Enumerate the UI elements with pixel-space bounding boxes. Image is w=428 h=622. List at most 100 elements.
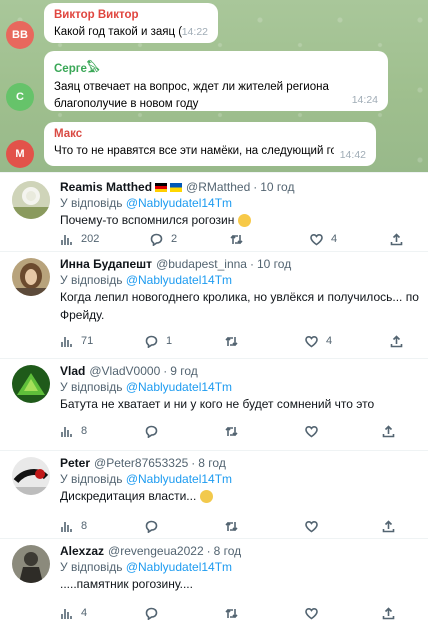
- reply-button[interactable]: [145, 607, 158, 620]
- reply-prefix: У відповідь: [60, 560, 123, 574]
- tweet[interactable]: Peter @Peter87653325 · 8 год У відповідь…: [0, 450, 428, 538]
- author-name[interactable]: Alexzaz: [60, 543, 104, 559]
- tweet[interactable]: Alexzaz @revengeua2022 · 8 год У відпові…: [0, 538, 428, 622]
- tweet-text-line-2: Фрейду.: [60, 308, 105, 322]
- like-button[interactable]: [305, 520, 318, 533]
- views-button[interactable]: 4: [60, 607, 87, 620]
- tweet-time[interactable]: 9 год: [170, 363, 198, 379]
- reply-context: У відповідь @Nablyudatel14Tm: [60, 471, 418, 487]
- reply-context: У відповідь @Nablyudatel14Tm: [60, 195, 418, 211]
- message-time: 14:42: [339, 149, 366, 161]
- tweet-body: Reamis Matthed @RMatthed · 10 год У відп…: [60, 179, 418, 229]
- like-button[interactable]: [305, 425, 318, 438]
- share-button[interactable]: [382, 424, 395, 438]
- tweet[interactable]: Reamis Matthed @RMatthed · 10 год У відп…: [0, 172, 428, 256]
- mention-link[interactable]: @Nablyudatel14Tm: [126, 196, 232, 210]
- reply-button[interactable]: [145, 425, 158, 438]
- author-handle[interactable]: @budapest_inna: [156, 256, 247, 272]
- avatar[interactable]: ВВ: [6, 21, 34, 49]
- retweet-icon: [225, 608, 238, 618]
- sender-name[interactable]: Серге⁠𓅃: [54, 57, 378, 76]
- tweet-header: Peter @Peter87653325 · 8 год: [60, 455, 418, 471]
- tweet-time[interactable]: 8 год: [198, 455, 226, 471]
- avatar[interactable]: [12, 181, 50, 219]
- separator-dot: ·: [191, 456, 196, 470]
- retweet-button[interactable]: [225, 607, 238, 620]
- reply-count: 1: [166, 335, 173, 347]
- avatar[interactable]: [12, 258, 50, 296]
- avatar[interactable]: С: [6, 83, 34, 111]
- share-button[interactable]: [390, 334, 403, 348]
- tweet-text-line-1: Когда лепил новогоднего кролика, но увлё…: [60, 290, 419, 304]
- reply-count: 2: [171, 233, 178, 245]
- message-text-line-1: Заяц отвечает на вопрос, ждет ли жителей…: [54, 81, 329, 93]
- chat-message[interactable]: С Серге⁠𓅃 Заяц отвечает на вопрос, ждет …: [6, 51, 388, 111]
- like-button[interactable]: [305, 607, 318, 620]
- author-handle[interactable]: @revengeua2022: [108, 543, 204, 559]
- views-count: 8: [81, 425, 88, 437]
- like-button[interactable]: 4: [310, 233, 337, 246]
- separator-dot: ·: [253, 180, 258, 194]
- mention-link[interactable]: @Nablyudatel14Tm: [126, 380, 232, 394]
- share-button[interactable]: [382, 519, 395, 533]
- views-button[interactable]: 8: [60, 425, 87, 438]
- message-text-line-2: благополучие в новом году: [54, 98, 199, 110]
- author-name[interactable]: Peter: [60, 455, 90, 471]
- author-name[interactable]: Инна Будапешт: [60, 256, 152, 272]
- like-button[interactable]: 4: [305, 335, 332, 348]
- retweet-button[interactable]: [225, 425, 238, 438]
- tweet[interactable]: Vlad @VladV0000 · 9 год У відповідь @Nab…: [0, 358, 428, 448]
- sender-name[interactable]: Виктор Виктор: [54, 9, 208, 21]
- author-handle[interactable]: @Peter87653325: [94, 455, 188, 471]
- tweet-text-content: Почему-то вспомнился рогозин: [60, 213, 235, 227]
- chat-message[interactable]: ВВ Виктор Виктор Какой год такой и заяц …: [6, 3, 218, 49]
- like-count: 4: [326, 335, 333, 347]
- tweet-time[interactable]: 10 год: [260, 179, 294, 195]
- retweet-button[interactable]: [230, 233, 251, 246]
- views-count: 4: [81, 607, 88, 619]
- tweet-actions: 71 1 4: [60, 333, 410, 349]
- speech-bubble-icon: [145, 520, 158, 533]
- sender-name[interactable]: Макс: [54, 128, 366, 140]
- heart-icon: [305, 425, 318, 437]
- share-button[interactable]: [390, 232, 403, 246]
- avatar[interactable]: [12, 457, 50, 495]
- reply-prefix: У відповідь: [60, 472, 123, 486]
- reply-button[interactable]: 1: [145, 335, 172, 348]
- heart-icon: [310, 233, 323, 245]
- views-button[interactable]: 71: [60, 335, 93, 348]
- tweet-time[interactable]: 8 год: [214, 543, 242, 559]
- avatar[interactable]: М: [6, 140, 34, 168]
- thinking-face-icon: [199, 490, 213, 504]
- author-name[interactable]: Reamis Matthed: [60, 179, 152, 195]
- retweet-icon: [225, 426, 238, 436]
- separator-dot: ·: [249, 257, 254, 271]
- share-button[interactable]: [382, 606, 395, 620]
- tweet-text: Батута не хватает и ни у кого не будет с…: [60, 397, 375, 411]
- mention-link[interactable]: @Nablyudatel14Tm: [126, 560, 232, 574]
- mention-link[interactable]: @Nablyudatel14Tm: [126, 273, 232, 287]
- retweet-button[interactable]: [225, 335, 246, 348]
- views-count: 202: [81, 233, 100, 245]
- mention-link[interactable]: @Nablyudatel14Tm: [126, 472, 232, 486]
- reply-button[interactable]: [145, 520, 158, 533]
- tweet-text: Почему-то вспомнился рогозин: [60, 212, 418, 229]
- speech-bubble-icon: [150, 233, 163, 246]
- tweet-actions: 202 2 4: [60, 231, 410, 247]
- reply-prefix: У відповідь: [60, 380, 123, 394]
- views-button[interactable]: 202: [60, 233, 99, 246]
- reply-button[interactable]: 2: [150, 233, 177, 246]
- views-button[interactable]: 8: [60, 520, 87, 533]
- tweet[interactable]: Инна Будапешт @budapest_inna · 10 год У …: [0, 251, 428, 358]
- author-handle[interactable]: @VladV0000: [89, 363, 160, 379]
- author-handle[interactable]: @RMatthed: [186, 179, 250, 195]
- share-icon: [382, 424, 395, 437]
- tweet-text: Дискредитация власти...: [60, 488, 418, 505]
- avatar[interactable]: [12, 545, 50, 583]
- avatar[interactable]: [12, 365, 50, 403]
- tweet-time[interactable]: 10 год: [257, 256, 291, 272]
- heart-icon: [305, 520, 318, 532]
- chat-message[interactable]: М Макс Что то не нравятся все эти намёки…: [6, 122, 376, 168]
- retweet-button[interactable]: [225, 520, 238, 533]
- author-name[interactable]: Vlad: [60, 363, 85, 379]
